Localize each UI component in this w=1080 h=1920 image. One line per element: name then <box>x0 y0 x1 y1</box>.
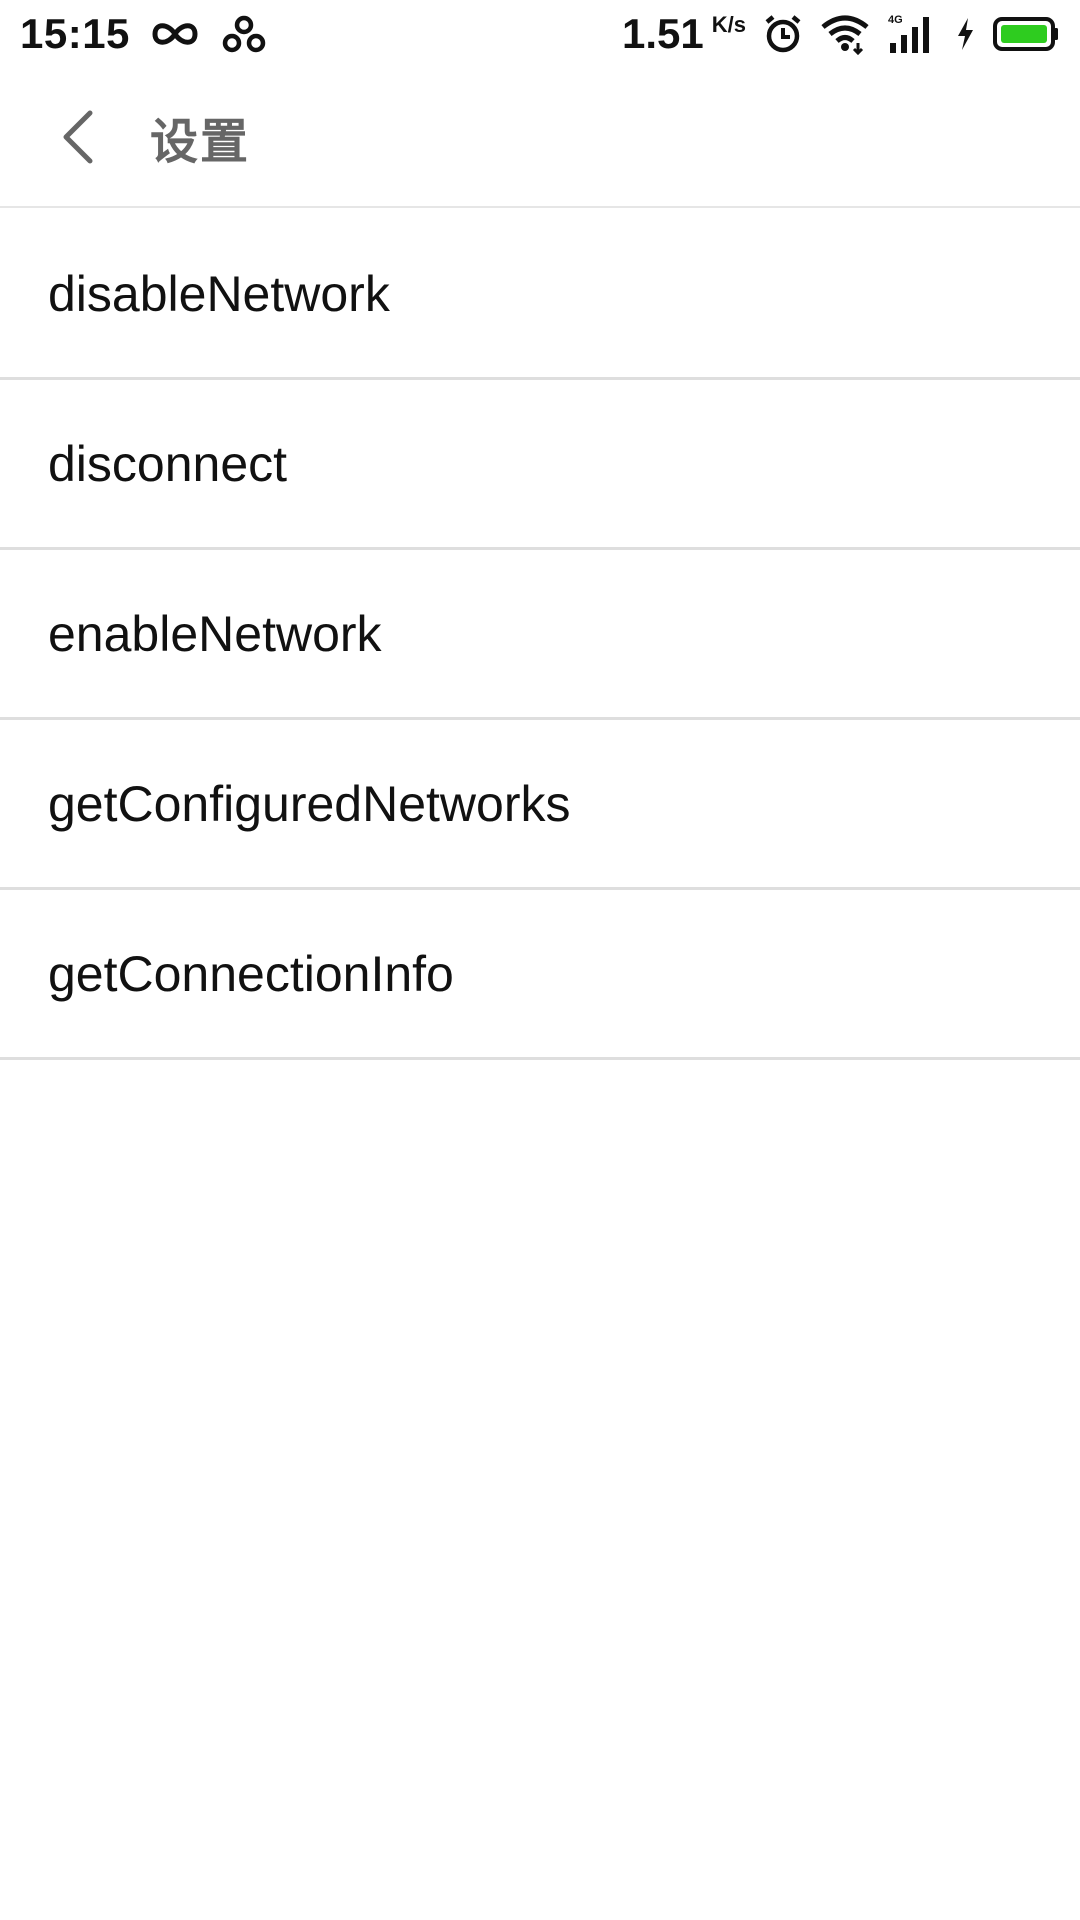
back-button[interactable] <box>28 87 128 187</box>
status-left-icons <box>150 14 266 54</box>
status-time: 15:15 <box>20 10 130 57</box>
list-item-label: getConnectionInfo <box>48 945 454 1002</box>
list-item-label: enableNetwork <box>48 605 382 662</box>
list-item-label: disconnect <box>48 435 288 492</box>
settings-list: disableNetwork disconnect enableNetwork … <box>0 210 1080 1060</box>
network-speed-value: 1.51 <box>622 10 704 57</box>
list-item-disconnect[interactable]: disconnect <box>0 380 1080 550</box>
chevron-left-icon <box>58 107 98 167</box>
charging-icon <box>954 16 976 52</box>
status-bar: 15:15 1.51 K/s 4G <box>0 0 1080 68</box>
app-bar: 设置 <box>0 68 1080 208</box>
list-item-label: disableNetwork <box>48 265 390 322</box>
list-item-get-configured-networks[interactable]: getConfiguredNetworks <box>0 720 1080 890</box>
alarm-icon <box>762 13 804 55</box>
network-type-label: 4G <box>888 14 903 26</box>
list-item-get-connection-info[interactable]: getConnectionInfo <box>0 890 1080 1060</box>
wifi-icon <box>820 13 870 55</box>
infinity-icon <box>150 19 200 49</box>
list-item-disable-network[interactable]: disableNetwork <box>0 210 1080 380</box>
page-title: 设置 <box>150 114 251 170</box>
link-icon <box>222 14 266 54</box>
network-speed-unit: K/s <box>711 12 746 37</box>
list-item-label: getConfiguredNetworks <box>48 775 571 832</box>
network-speed: 1.51 K/s <box>622 10 746 58</box>
status-right-icons: 1.51 K/s 4G <box>622 10 1060 58</box>
battery-icon <box>992 15 1060 53</box>
list-item-enable-network[interactable]: enableNetwork <box>0 550 1080 720</box>
signal-icon: 4G <box>886 13 938 55</box>
battery-level-fill <box>1001 25 1047 43</box>
